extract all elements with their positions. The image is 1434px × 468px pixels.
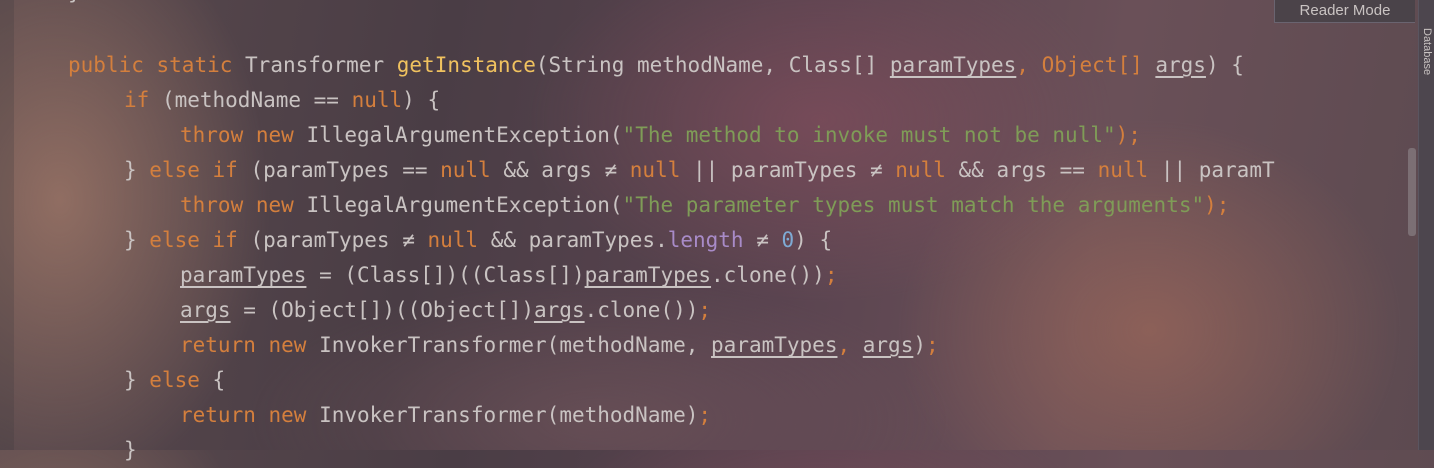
- keyword: throw: [180, 193, 244, 217]
- param-reference: paramTypes: [180, 263, 307, 287]
- keyword: static: [156, 53, 233, 77]
- param-reference: paramTypes: [584, 263, 712, 287]
- keyword: new: [268, 403, 307, 427]
- code-text: );: [1115, 123, 1141, 147]
- code-line-9: return new InvokerTransformer(methodName…: [180, 328, 939, 363]
- field-reference: length: [667, 228, 744, 252]
- semicolon: ;: [698, 298, 712, 322]
- code-text: }: [124, 368, 150, 392]
- code-text: && paramTypes.: [478, 228, 668, 252]
- param-reference: paramTypes: [889, 53, 1017, 77]
- code-text: {: [199, 368, 226, 392]
- keyword: return: [180, 403, 256, 427]
- code-line-3: throw new IllegalArgumentException("The …: [180, 118, 1141, 153]
- keyword: public: [68, 53, 144, 77]
- method-name: getInstance: [396, 53, 536, 77]
- code-text: (paramTypes ==: [237, 158, 441, 182]
- string-literal: "The parameter types must match the argu…: [622, 193, 1205, 217]
- param-reference: paramTypes: [711, 333, 838, 357]
- keyword: new: [255, 123, 294, 147]
- keyword: if: [212, 228, 238, 252]
- semicolon: ;: [926, 333, 939, 357]
- keyword: if: [212, 158, 238, 182]
- keyword: if: [124, 88, 150, 112]
- keyword: null: [1097, 158, 1149, 182]
- code-text: IllegalArgumentException(: [293, 193, 623, 217]
- code-text: InvokerTransformer(methodName): [306, 403, 699, 427]
- code-line-4: } else if (paramTypes == null && args ≠ …: [124, 153, 1275, 188]
- code-text: IllegalArgumentException(: [293, 123, 623, 147]
- param-reference: args: [180, 298, 231, 322]
- code-text: .clone()): [711, 263, 825, 287]
- code-line-0: }: [68, 0, 81, 4]
- code-text: ) {: [794, 228, 833, 252]
- keyword: else: [149, 228, 200, 252]
- code-text: );: [1204, 193, 1230, 217]
- code-text: }: [124, 438, 137, 462]
- code-text: ≠: [743, 228, 782, 252]
- keyword: null: [629, 158, 681, 182]
- keyword: return: [180, 333, 256, 357]
- semicolon: ;: [698, 403, 712, 427]
- type-name: Transformer: [245, 53, 385, 77]
- code-text: || paramTypes ≠: [680, 158, 896, 182]
- database-tool-tab[interactable]: Database: [1419, 26, 1434, 106]
- database-tab-label: Database: [1421, 28, 1433, 76]
- code-line-8: args = (Object[])((Object[])args.clone()…: [180, 293, 711, 328]
- keyword: else: [149, 368, 200, 392]
- code-text: ): [913, 333, 926, 357]
- keyword: null: [427, 228, 479, 252]
- editor-scrollbar-thumb[interactable]: [1408, 148, 1416, 236]
- code-line-10: } else {: [124, 363, 225, 398]
- code-text: ) {: [1205, 53, 1244, 77]
- code-editor[interactable]: } public static Transformer getInstance(…: [0, 0, 1418, 462]
- keyword: null: [895, 158, 946, 182]
- code-text: = (Class[])((Class[]): [306, 263, 585, 287]
- code-text: && args ≠: [490, 158, 630, 182]
- editor-gutter: [0, 0, 14, 450]
- code-text: .clone()): [584, 298, 699, 322]
- code-text: InvokerTransformer(methodName,: [306, 333, 712, 357]
- number-literal: 0: [781, 228, 795, 252]
- keyword: null: [440, 158, 491, 182]
- code-line-1: public static Transformer getInstance(St…: [68, 48, 1244, 83]
- code-line-2: if (methodName == null) {: [124, 83, 440, 118]
- code-text: }: [124, 228, 150, 252]
- code-text: = (Object[])((Object[]): [230, 298, 535, 322]
- param-reference: args: [534, 298, 585, 322]
- reader-mode-button[interactable]: Reader Mode: [1274, 0, 1415, 23]
- code-line-7: paramTypes = (Class[])((Class[])paramTyp…: [180, 258, 837, 293]
- code-text: || paramT: [1148, 158, 1275, 182]
- code-text: (methodName ==: [149, 88, 352, 112]
- code-text: , Object[]: [1016, 53, 1156, 77]
- keyword: throw: [180, 123, 244, 147]
- keyword: else: [149, 158, 200, 182]
- code-line-11: return new InvokerTransformer(methodName…: [180, 398, 711, 433]
- code-text: (String methodName, Class[]: [535, 53, 890, 77]
- code-line-5: throw new IllegalArgumentException("The …: [180, 188, 1229, 223]
- code-line-12: }: [124, 433, 137, 468]
- param-reference: args: [862, 333, 914, 357]
- param-reference: args: [1155, 53, 1206, 77]
- semicolon: ;: [824, 263, 838, 287]
- keyword: new: [255, 193, 294, 217]
- code-line-6: } else if (paramTypes ≠ null && paramTyp…: [124, 223, 832, 258]
- code-text: }: [124, 158, 150, 182]
- code-text: (paramTypes ≠: [237, 228, 428, 252]
- keyword: new: [268, 333, 307, 357]
- code-text: && args ==: [945, 158, 1098, 182]
- string-literal: "The method to invoke must not be null": [622, 123, 1116, 147]
- code-text: ,: [837, 333, 863, 357]
- keyword: null: [351, 88, 403, 112]
- code-text: ) {: [402, 88, 441, 112]
